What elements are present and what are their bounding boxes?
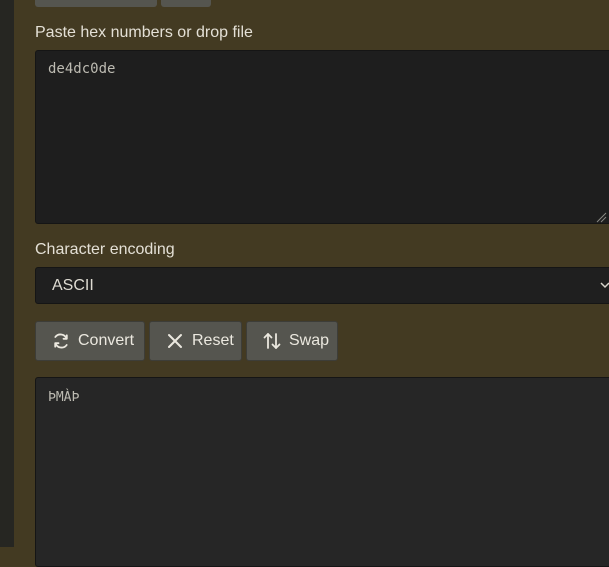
encoding-select-value: ASCII [52, 277, 94, 294]
reset-button-label: Reset [192, 332, 234, 349]
swap-vertical-icon [262, 331, 282, 351]
partial-top-button[interactable] [35, 0, 157, 7]
output-text: ÞMÀÞ [48, 390, 80, 405]
encoding-select[interactable]: ASCII [35, 267, 609, 304]
swap-button[interactable]: Swap [246, 321, 338, 361]
output-field[interactable]: ÞMÀÞ [35, 377, 609, 567]
input-label: Paste hex numbers or drop file [35, 24, 253, 41]
hex-input-field[interactable] [35, 50, 609, 224]
resize-grip-icon[interactable] [595, 211, 607, 223]
convert-button-label: Convert [78, 332, 135, 349]
convert-button[interactable]: Convert [35, 321, 145, 361]
sidebar-edge [0, 0, 14, 547]
swap-button-label: Swap [289, 332, 330, 349]
encoding-label: Character encoding [35, 241, 175, 258]
chevron-down-icon [600, 282, 609, 289]
refresh-icon [51, 331, 71, 351]
close-icon [165, 331, 185, 351]
reset-button[interactable]: Reset [149, 321, 242, 361]
partial-top-button-small[interactable] [161, 0, 211, 7]
